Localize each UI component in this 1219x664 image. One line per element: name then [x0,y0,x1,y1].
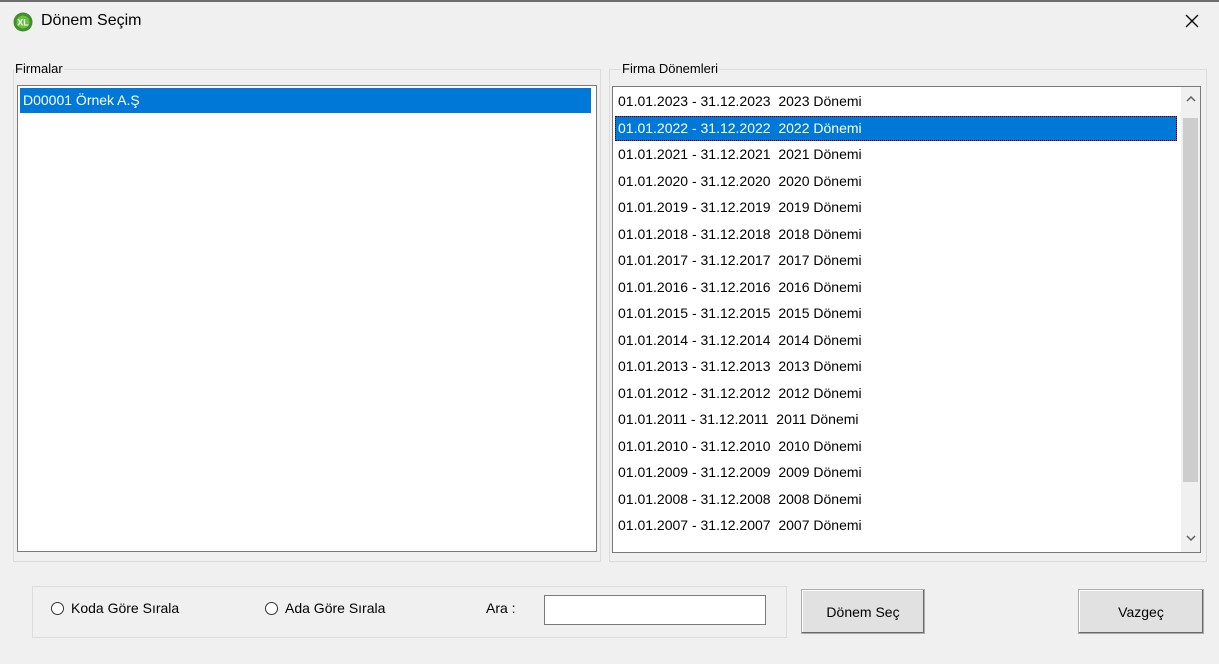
donem-list-item[interactable]: 01.01.2010 - 31.12.2010 2010 Dönemi [615,434,1177,459]
donem-list-item[interactable]: 01.01.2007 - 31.12.2007 2007 Dönemi [615,513,1177,538]
donem-list-item[interactable]: 01.01.2021 - 31.12.2021 2021 Dönemi [615,142,1177,167]
sort-by-code-label: Koda Göre Sırala [71,600,180,616]
donemler-scrollbar[interactable] [1181,87,1200,552]
radio-circle-icon [265,601,278,615]
donem-list-item[interactable]: 01.01.2009 - 31.12.2009 2009 Dönemi [615,460,1177,485]
donem-list-item[interactable]: 01.01.2016 - 31.12.2016 2016 Dönemi [615,275,1177,300]
firma-list-item[interactable]: D00001 Örnek A.Ş [20,88,591,113]
radio-circle-icon [51,601,64,615]
donem-list-item[interactable]: 01.01.2011 - 31.12.2011 2011 Dönemi [615,407,1177,432]
xl-logo-icon: XL [13,12,33,32]
donem-list-item[interactable]: 01.01.2020 - 31.12.2020 2020 Dönemi [615,169,1177,194]
scroll-up-icon[interactable] [1181,89,1200,109]
scroll-down-icon[interactable] [1181,528,1200,548]
donem-list-item[interactable]: 01.01.2017 - 31.12.2017 2017 Dönemi [615,248,1177,273]
donem-list-item[interactable]: 01.01.2023 - 31.12.2023 2023 Dönemi [615,89,1177,114]
scroll-thumb[interactable] [1183,118,1198,482]
donem-list-item[interactable]: 01.01.2015 - 31.12.2015 2015 Dönemi [615,301,1177,326]
donemler-listbox[interactable]: 01.01.2023 - 31.12.2023 2023 Dönemi 01.01… [612,86,1201,553]
select-period-button[interactable]: Dönem Seç [801,589,925,634]
firmalar-listbox[interactable]: D00001 Örnek A.Ş [17,85,597,552]
donemler-group-title: Firma Dönemleri [621,61,720,76]
search-input[interactable] [544,595,766,625]
firmalar-group-title: Firmalar [14,61,64,76]
donem-list-item[interactable]: 01.01.2013 - 31.12.2013 2013 Dönemi [615,354,1177,379]
donem-list-item[interactable]: 01.01.2022 - 31.12.2022 2022 Dönemi [615,115,1177,141]
donem-list-item[interactable]: 01.01.2008 - 31.12.2008 2008 Dönemi [615,487,1177,512]
sort-by-name-label: Ada Göre Sırala [285,600,386,616]
close-icon [1185,14,1199,31]
cancel-button[interactable]: Vazgeç [1078,589,1204,634]
donem-list-item[interactable]: 01.01.2018 - 31.12.2018 2018 Dönemi [615,222,1177,247]
sort-by-code-radio[interactable]: Koda Göre Sırala [51,600,179,616]
close-button[interactable] [1170,5,1214,39]
donem-list-item[interactable]: 01.01.2019 - 31.12.2019 2019 Dönemi [615,195,1177,220]
window-title: Dönem Seçim [41,12,142,29]
svg-text:XL: XL [17,18,29,28]
search-label: Ara : [486,600,516,616]
title-bar: XL Dönem Seçim [0,2,1219,40]
donem-list-item[interactable]: 01.01.2012 - 31.12.2012 2012 Dönemi [615,381,1177,406]
donem-list-item[interactable]: 01.01.2014 - 31.12.2014 2014 Dönemi [615,328,1177,353]
sort-by-name-radio[interactable]: Ada Göre Sırala [265,600,385,616]
